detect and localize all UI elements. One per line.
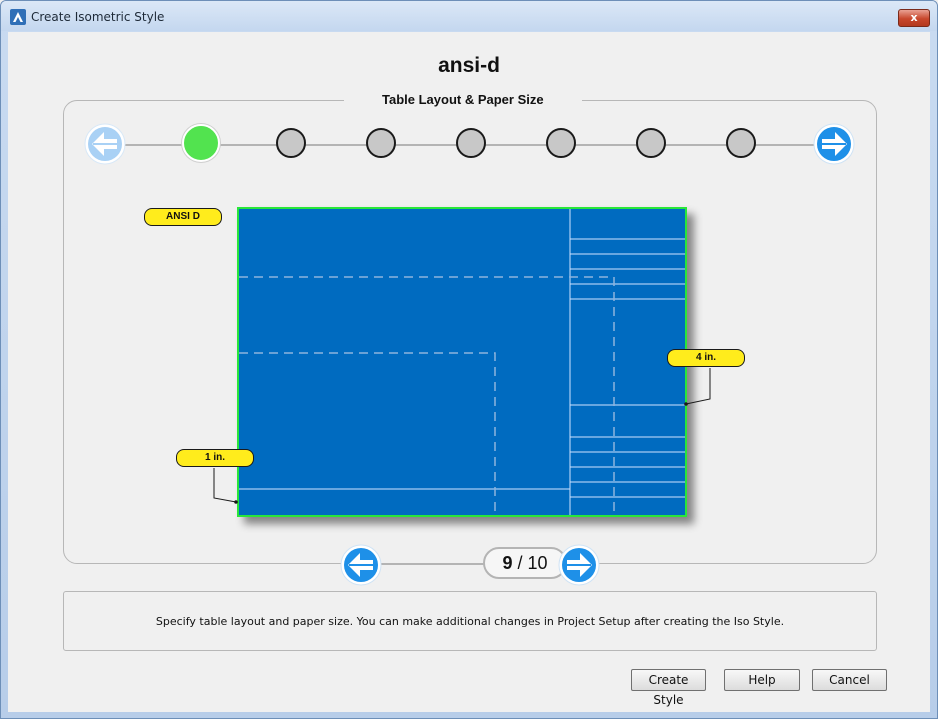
wizard-panel: Table Layout & Paper Size ANSI D 4 in. 1…: [63, 92, 877, 586]
description-text: Specify table layout and paper size. You…: [155, 615, 785, 628]
dialog-client: ansi-d Table Layout & Paper Size ANSI D …: [8, 32, 930, 712]
help-button[interactable]: Help: [724, 669, 800, 691]
description-box: Specify table layout and paper size. You…: [63, 591, 877, 651]
page-counter: 9 / 10: [483, 547, 567, 579]
app-logo-icon: [10, 9, 26, 25]
title-bar[interactable]: Create Isometric Style x: [1, 1, 937, 31]
current-page: 9: [502, 553, 513, 573]
dialog-window: Create Isometric Style x ansi-d Table La…: [0, 0, 938, 719]
next-page-arrow-icon[interactable]: [558, 544, 600, 586]
style-name-heading: ansi-d: [438, 54, 500, 77]
cancel-button[interactable]: Cancel: [812, 669, 887, 691]
window-title: Create Isometric Style: [31, 10, 165, 24]
close-button[interactable]: x: [898, 9, 930, 27]
previous-page-arrow-icon[interactable]: [340, 544, 382, 586]
create-style-button[interactable]: Create Style: [631, 669, 706, 707]
page-separator: /: [517, 553, 523, 573]
border-width-leader: [213, 468, 238, 504]
total-pages: 10: [527, 553, 548, 573]
